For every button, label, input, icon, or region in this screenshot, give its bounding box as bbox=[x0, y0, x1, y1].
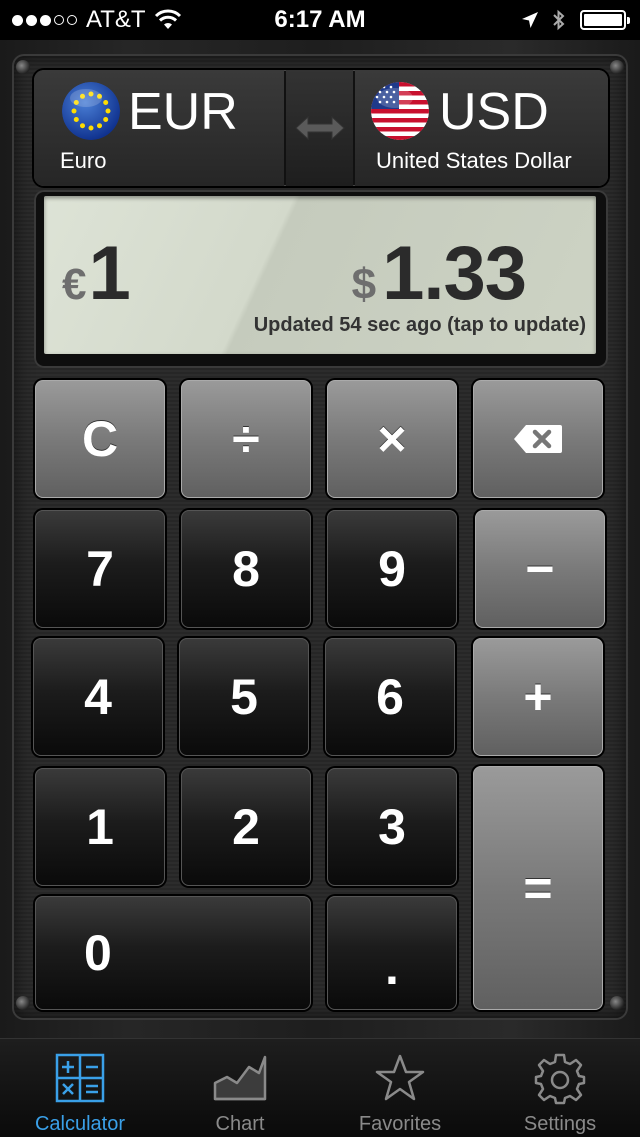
digit-2-button[interactable]: 2 bbox=[181, 768, 311, 886]
tab-chart[interactable]: Chart bbox=[160, 1039, 320, 1137]
equals-button[interactable]: = bbox=[473, 766, 603, 1010]
from-currency-code: EUR bbox=[128, 83, 238, 141]
status-time: 6:17 AM bbox=[274, 6, 366, 33]
digit-1-button[interactable]: 1 bbox=[35, 768, 165, 886]
screw-icon bbox=[16, 996, 30, 1010]
chart-icon bbox=[213, 1055, 267, 1101]
us-flag-icon bbox=[371, 82, 429, 140]
to-currency-button[interactable]: USD United States Dollar bbox=[355, 70, 608, 186]
digit-5-button[interactable]: 5 bbox=[179, 638, 309, 756]
gear-icon bbox=[534, 1053, 586, 1105]
eu-flag-icon bbox=[62, 82, 120, 140]
to-currency-name: United States Dollar bbox=[376, 148, 572, 173]
digit-9-button[interactable]: 9 bbox=[327, 510, 457, 628]
star-icon bbox=[375, 1054, 425, 1101]
swap-currencies-button[interactable] bbox=[286, 70, 353, 186]
digit-4-button[interactable]: 4 bbox=[33, 638, 163, 756]
digit-0-button[interactable]: 0 bbox=[35, 896, 311, 1010]
update-status[interactable]: Updated 54 sec ago (tap to update) bbox=[254, 314, 586, 337]
screw-icon bbox=[16, 60, 30, 74]
screw-icon bbox=[610, 996, 624, 1010]
divide-button[interactable]: ÷ bbox=[181, 380, 311, 498]
tab-label: Calculator bbox=[34, 1113, 126, 1135]
battery-icon bbox=[580, 10, 630, 30]
digit-8-button[interactable]: 8 bbox=[181, 510, 311, 628]
plus-button[interactable]: + bbox=[473, 638, 603, 756]
tab-settings[interactable]: Settings bbox=[480, 1039, 640, 1137]
tab-favorites[interactable]: Favorites bbox=[320, 1039, 480, 1137]
to-currency-code: USD bbox=[439, 83, 549, 141]
to-symbol: $ bbox=[351, 260, 377, 309]
multiply-button[interactable]: × bbox=[327, 380, 457, 498]
from-currency-name: Euro bbox=[60, 148, 107, 173]
minus-button[interactable]: − bbox=[475, 510, 605, 628]
clear-button[interactable]: C bbox=[35, 380, 165, 498]
currency-selector: EUR Euro USD United States Dollar bbox=[34, 70, 608, 186]
tab-calculator[interactable]: Calculator bbox=[0, 1039, 160, 1137]
digit-6-button[interactable]: 6 bbox=[325, 638, 455, 756]
from-amount: € 1 bbox=[62, 230, 131, 317]
digit-3-button[interactable]: 3 bbox=[327, 768, 457, 886]
tab-label: Chart bbox=[215, 1113, 265, 1135]
backspace-icon bbox=[514, 425, 562, 453]
from-currency-button[interactable]: EUR Euro bbox=[34, 70, 284, 186]
bluetooth-icon bbox=[553, 9, 565, 31]
to-amount: $ 1.33 bbox=[351, 230, 527, 317]
swap-arrows-icon bbox=[294, 115, 345, 141]
tab-label: Settings bbox=[523, 1113, 597, 1135]
from-value: 1 bbox=[88, 231, 131, 316]
tab-bar: Calculator Chart Favorites Settings bbox=[0, 1038, 640, 1137]
from-symbol: € bbox=[62, 260, 87, 309]
conversion-display[interactable]: € 1 $ 1.33 Updated 54 sec ago (tap to up… bbox=[44, 196, 596, 354]
calculator-icon bbox=[55, 1053, 105, 1103]
display-frame: € 1 $ 1.33 Updated 54 sec ago (tap to up… bbox=[34, 190, 608, 368]
status-bar: AT&T 6:17 AM bbox=[0, 0, 640, 40]
screw-icon bbox=[610, 60, 624, 74]
tab-label: Favorites bbox=[358, 1113, 442, 1135]
backspace-button[interactable] bbox=[473, 380, 603, 498]
digit-7-button[interactable]: 7 bbox=[35, 510, 165, 628]
location-arrow-icon bbox=[522, 12, 538, 28]
decimal-button[interactable]: . bbox=[327, 896, 457, 1010]
to-value: 1.33 bbox=[382, 231, 527, 316]
